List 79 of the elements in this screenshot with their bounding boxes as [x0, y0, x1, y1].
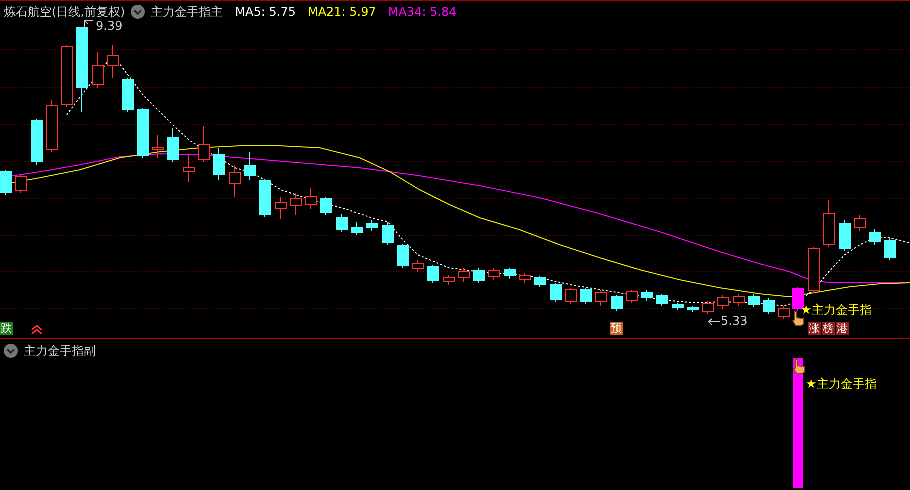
stock-title: 炼石航空(日线,前复权)	[4, 4, 126, 20]
candlestick	[320, 196, 332, 216]
candlestick	[0, 170, 12, 196]
candlestick	[107, 44, 119, 78]
moving-average-legend: MA34: 5.84	[388, 5, 457, 19]
candlestick	[427, 264, 439, 284]
candlestick	[122, 78, 134, 112]
signal-badge: 港	[836, 322, 849, 335]
candlestick	[687, 306, 699, 312]
moving-average-legend: MA5: 5.75	[235, 5, 296, 19]
candlestick	[854, 214, 866, 232]
signal-label: ★主力金手指	[801, 302, 872, 319]
candlestick	[229, 164, 241, 198]
indicator-name: 主力金手指主	[151, 4, 224, 20]
candlestick	[550, 282, 562, 302]
arrow-icon	[84, 20, 94, 30]
indicator-name: 主力金手指副	[24, 342, 96, 360]
candlestick	[519, 272, 531, 284]
candlestick	[763, 298, 775, 314]
arrow-icon	[708, 318, 720, 326]
candlestick	[672, 302, 684, 310]
dropdown-icon[interactable]	[4, 344, 18, 358]
candlestick	[641, 290, 653, 302]
signal-badge: 涨	[808, 322, 821, 335]
candlestick	[167, 128, 179, 162]
candlestick	[580, 288, 592, 304]
candlestick	[656, 294, 668, 306]
candlestick	[733, 294, 745, 306]
candlestick	[565, 288, 577, 304]
candlestick	[275, 196, 287, 220]
candlestick	[366, 220, 378, 232]
double-caret-up-icon	[31, 325, 43, 335]
candlestick	[534, 276, 546, 288]
candlestick	[626, 290, 638, 304]
candlestick	[31, 118, 43, 166]
candlestick	[884, 238, 896, 260]
candlestick	[443, 274, 455, 286]
signal-badge: 预	[610, 322, 623, 335]
candlestick	[259, 178, 271, 218]
candlestick	[748, 294, 760, 308]
high-price-label: 9.39	[96, 19, 123, 33]
candlestick	[869, 228, 881, 246]
candlestick	[611, 294, 623, 312]
candlestick	[183, 154, 195, 182]
signal-badge: 榜	[822, 322, 835, 335]
candlestick	[595, 290, 607, 306]
candlestick	[15, 174, 27, 194]
candlestick	[488, 268, 500, 280]
dropdown-icon[interactable]	[131, 5, 146, 19]
candlestick	[412, 260, 424, 272]
candlestick	[839, 220, 851, 252]
candlestick	[458, 268, 470, 282]
candlestick	[61, 44, 73, 108]
candlestick	[152, 134, 164, 158]
candlestick	[792, 286, 804, 312]
candlestick	[702, 300, 714, 314]
candlestick	[336, 214, 348, 232]
low-price-label: 5.33	[721, 314, 748, 328]
candlestick	[504, 268, 516, 280]
candlestick	[717, 294, 729, 310]
candlestick	[351, 222, 363, 236]
candlestick	[473, 268, 485, 284]
signal-label: ★主力金手指	[806, 376, 877, 393]
candlestick	[46, 100, 58, 152]
candlestick	[213, 148, 225, 180]
hand-pointer-icon	[793, 359, 807, 375]
candlestick	[778, 306, 790, 320]
candlestick	[137, 108, 149, 158]
candlestick	[808, 246, 820, 294]
candlestick	[823, 200, 835, 248]
candlestick	[198, 126, 210, 162]
candlestick	[244, 152, 256, 180]
candlestick	[92, 52, 104, 88]
candlestick	[382, 222, 394, 246]
candlestick	[305, 188, 317, 210]
moving-average-legend: MA21: 5.97	[308, 5, 376, 19]
candlestick	[290, 192, 302, 216]
signal-badge: 跌	[0, 322, 13, 335]
candlestick	[397, 244, 409, 268]
